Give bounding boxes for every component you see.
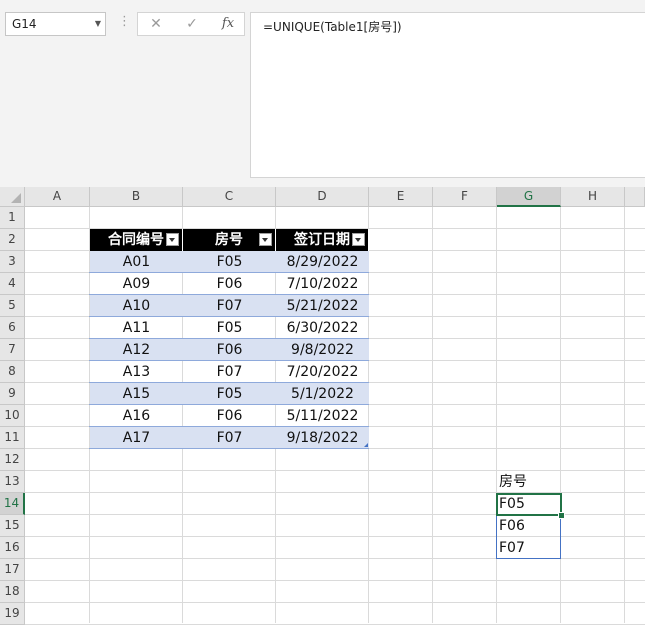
row-header-6[interactable]: 6 [0,317,25,339]
row-header-16[interactable]: 16 [0,537,25,559]
row-header-10[interactable]: 10 [0,405,25,427]
cancel-icon[interactable]: ✕ [144,13,168,35]
table-cell[interactable]: 6/30/2022 [276,317,369,339]
fill-handle[interactable] [558,512,565,519]
row-gridline [25,580,645,581]
filter-dropdown-icon[interactable] [259,233,272,246]
column-header-f[interactable]: F [433,187,497,207]
row-header-9[interactable]: 9 [0,383,25,405]
filter-dropdown-icon[interactable] [166,233,179,246]
table-row-border [89,448,369,449]
table-header-cell[interactable]: 合同编号 [90,229,183,251]
enter-icon[interactable]: ✓ [180,13,204,35]
table-cell[interactable]: 5/11/2022 [276,405,369,427]
table-cell[interactable]: 7/10/2022 [276,273,369,295]
column-gridline [432,207,433,623]
active-cell-outline [496,493,562,516]
column-gridline [624,207,625,623]
row-header-19[interactable]: 19 [0,603,25,625]
table-cell[interactable]: 7/20/2022 [276,361,369,383]
table-cell[interactable]: F06 [183,339,276,361]
table-cell[interactable]: F07 [183,295,276,317]
row-header-12[interactable]: 12 [0,449,25,471]
row-header-7[interactable]: 7 [0,339,25,361]
row-header-4[interactable]: 4 [0,273,25,295]
row-header-15[interactable]: 15 [0,515,25,537]
row-gridline [25,470,645,471]
table-cell[interactable]: 9/8/2022 [276,339,369,361]
row-header-2[interactable]: 2 [0,229,25,251]
row-header-14[interactable]: 14 [0,493,25,515]
table-cell[interactable]: A10 [90,295,183,317]
column-header-overflow [625,187,645,207]
table-cell[interactable]: A01 [90,251,183,273]
column-header-a[interactable]: A [25,187,90,207]
column-header-e[interactable]: E [369,187,433,207]
formula-input[interactable]: =UNIQUE(Table1[房号]) [250,12,645,178]
table-cell[interactable]: F05 [183,251,276,273]
column-header-g[interactable]: G [497,187,561,207]
column-gridline [560,207,561,623]
row-header-5[interactable]: 5 [0,295,25,317]
table-cell[interactable]: 5/1/2022 [276,383,369,405]
filter-dropdown-icon[interactable] [352,233,365,246]
table-cell[interactable]: A16 [90,405,183,427]
table-cell[interactable]: 8/29/2022 [276,251,369,273]
select-all-icon [11,193,21,203]
row-header-17[interactable]: 17 [0,559,25,581]
row-header-1[interactable]: 1 [0,207,25,229]
table-cell[interactable]: A13 [90,361,183,383]
row-header-3[interactable]: 3 [0,251,25,273]
table-cell[interactable]: F05 [183,317,276,339]
chevron-down-icon[interactable]: ▼ [95,13,101,35]
row-gridline [25,602,645,603]
table-cell[interactable]: F07 [183,427,276,449]
column-header-h[interactable]: H [561,187,625,207]
column-header-d[interactable]: D [276,187,369,207]
table-cell[interactable]: A12 [90,339,183,361]
formula-area: G14 ▼ ⋮ ✕ ✓ fx =UNIQUE(Table1[房号]) [0,0,645,187]
formula-buttons: ✕ ✓ fx [137,12,245,36]
spill-header-cell[interactable]: 房号 [499,471,527,493]
spreadsheet-grid[interactable]: A B C D E F G H 1 2 3 4 5 6 7 8 9 10 11 12 13 14 15 16 17 18 19 合同编… [0,187,645,625]
name-box[interactable]: G14 ▼ [5,12,106,36]
name-box-value: G14 [12,17,37,31]
table-cell[interactable]: 5/21/2022 [276,295,369,317]
table-cell[interactable]: 9/18/2022 [276,427,369,449]
table-cell[interactable]: F05 [183,383,276,405]
table-header-cell[interactable]: 签订日期 [276,229,369,251]
table-cell[interactable]: A15 [90,383,183,405]
row-header-18[interactable]: 18 [0,581,25,603]
table-header-cell[interactable]: 房号 [183,229,276,251]
table-cell[interactable]: A09 [90,273,183,295]
table-resize-handle[interactable] [364,443,368,447]
column-gridline [496,207,497,623]
table-cell[interactable]: F06 [183,273,276,295]
select-all-button[interactable] [0,187,25,207]
table-cell[interactable]: F06 [183,405,276,427]
column-header-c[interactable]: C [183,187,276,207]
table-cell[interactable]: A17 [90,427,183,449]
row-header-13[interactable]: 13 [0,471,25,493]
row-header-11[interactable]: 11 [0,427,25,449]
more-options-icon[interactable]: ⋮ [118,14,131,29]
insert-function-icon[interactable]: fx [216,13,240,35]
row-header-8[interactable]: 8 [0,361,25,383]
column-header-b[interactable]: B [90,187,183,207]
table-cell[interactable]: F07 [183,361,276,383]
table-cell[interactable]: A11 [90,317,183,339]
